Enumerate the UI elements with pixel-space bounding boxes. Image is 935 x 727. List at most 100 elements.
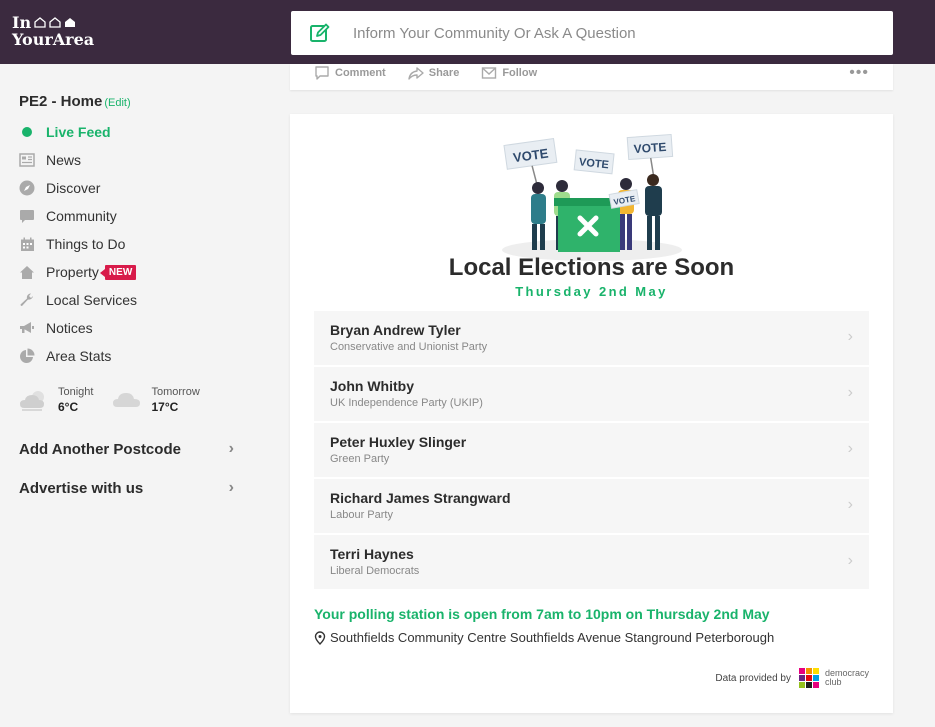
credit-org-line2: club	[824, 677, 842, 687]
candidate-name: Terri Haynes	[330, 546, 414, 562]
candidate-row[interactable]: John Whitby UK Independence Party (UKIP)…	[314, 367, 869, 421]
election-date: Thursday 2nd May	[515, 284, 668, 299]
weather-tomorrow: Tomorrow 17°C	[111, 385, 200, 414]
election-card: VOTE VOTE VOTE VOTE Local Elections are …	[290, 114, 893, 713]
sidebar-item-things-to-do[interactable]: Things to Do	[18, 230, 137, 258]
sidebar-item-community[interactable]: Community	[18, 202, 137, 230]
house-filled-icon	[65, 18, 76, 27]
weather-tonight-label: Tonight	[58, 386, 94, 398]
polling-address: Southfields Community Centre Southfields…	[314, 630, 774, 645]
candidate-row[interactable]: Terri Haynes Liberal Democrats ›	[314, 535, 869, 589]
weather-tonight: Tonight 6°C	[18, 385, 93, 414]
house-outline-icon	[34, 17, 46, 28]
share-label: Share	[428, 67, 460, 79]
polling-address-text: Southfields Community Centre Southfields…	[330, 630, 775, 645]
cloudy-night-icon	[20, 390, 44, 411]
sidebar-item-notices[interactable]: Notices	[18, 314, 137, 342]
follow-button[interactable]: Follow	[481, 65, 537, 81]
inyourarea-logo[interactable]: In YourArea	[12, 14, 94, 48]
sidebar-item-local-services[interactable]: Local Services	[18, 286, 137, 314]
new-badge: NEW	[99, 264, 137, 280]
post-input-placeholder: Inform Your Community Or Ask A Question	[353, 24, 636, 42]
post-input[interactable]: Inform Your Community Or Ask A Question	[291, 11, 893, 55]
sidebar: PE2 - Home (Edit) Live Feed News Discover…	[0, 64, 250, 727]
edit-area-link[interactable]: (Edit)	[104, 97, 130, 109]
wrench-icon	[18, 291, 36, 309]
sidebar-item-discover[interactable]: Discover	[18, 174, 137, 202]
share-button[interactable]: Share	[408, 65, 460, 81]
candidate-party: Green Party	[330, 453, 390, 465]
weather-tomorrow-temp: 17°C	[151, 400, 179, 414]
vote-sign-text: VOTE	[633, 140, 667, 156]
cloud-icon	[113, 392, 141, 407]
polling-hours: Your polling station is open from 7am to…	[314, 606, 770, 622]
sidebar-item-area-stats[interactable]: Area Stats	[18, 342, 137, 370]
chat-bubble-icon	[18, 207, 36, 225]
chevron-right-icon: ›	[847, 552, 853, 569]
sidebar-item-label: News	[46, 152, 82, 168]
add-postcode-label: Add Another Postcode	[19, 440, 181, 458]
sidebar-item-property[interactable]: Property NEW	[18, 258, 137, 286]
candidate-name: John Whitby	[330, 378, 414, 394]
comment-button[interactable]: Comment	[314, 65, 386, 81]
edit-pencil-icon	[310, 23, 330, 42]
comment-label: Comment	[335, 67, 386, 79]
sidebar-item-label: Notices	[46, 320, 93, 336]
news-icon	[18, 151, 36, 169]
share-icon	[408, 67, 424, 80]
house-icon	[18, 263, 36, 281]
megaphone-icon	[18, 319, 36, 337]
live-dot-icon	[18, 123, 36, 141]
sidebar-item-label: Community	[46, 208, 117, 224]
candidate-row[interactable]: Richard James Strangward Labour Party ›	[314, 479, 869, 533]
area-title: PE2 - Home (Edit)	[19, 93, 131, 110]
weather-widget: Tonight 6°C Tomorrow 17°C	[18, 385, 200, 414]
chevron-right-icon: ›	[228, 440, 234, 457]
logo-text-in: In	[12, 13, 32, 32]
candidate-name: Richard James Strangward	[330, 490, 511, 506]
top-bar: In YourArea Inform Your Community Or Ask…	[0, 0, 935, 64]
chevron-right-icon: ›	[847, 384, 853, 401]
weather-tomorrow-label: Tomorrow	[151, 386, 200, 398]
candidate-party: Liberal Democrats	[330, 565, 420, 577]
sidebar-nav: Live Feed News Discover Community Things…	[18, 118, 137, 370]
chevron-right-icon: ›	[847, 440, 853, 457]
democracy-club-logo-icon[interactable]	[797, 666, 821, 690]
post-actions-bar: Comment Share Follow •••	[290, 64, 893, 90]
compass-icon	[18, 179, 36, 197]
advertise-link[interactable]: Advertise with us ›	[19, 479, 234, 497]
post-actions: Comment Share Follow	[314, 65, 537, 81]
comment-icon	[315, 66, 329, 80]
data-credit: Data provided by democracy club	[715, 666, 869, 690]
house-outline-icon	[49, 17, 61, 28]
sidebar-item-label: Property	[46, 264, 99, 280]
candidate-party: Conservative and Unionist Party	[330, 341, 488, 353]
chevron-right-icon: ›	[228, 479, 234, 496]
sidebar-item-label: Local Services	[46, 292, 138, 308]
more-options-icon[interactable]: •••	[849, 64, 869, 82]
add-postcode-link[interactable]: Add Another Postcode ›	[19, 440, 234, 458]
sidebar-item-live-feed[interactable]: Live Feed	[18, 118, 137, 146]
chevron-right-icon: ›	[847, 328, 853, 345]
advertise-label: Advertise with us	[19, 479, 144, 497]
map-pin-icon	[314, 630, 326, 645]
sidebar-item-label: Things to Do	[46, 236, 126, 252]
candidate-list: Bryan Andrew Tyler Conservative and Unio…	[314, 311, 869, 591]
area-name: PE2 - Home	[19, 93, 103, 110]
sidebar-item-news[interactable]: News	[18, 146, 137, 174]
candidate-row[interactable]: Bryan Andrew Tyler Conservative and Unio…	[314, 311, 869, 365]
voting-illustration: VOTE VOTE VOTE VOTE	[502, 133, 682, 261]
sidebar-item-label: Discover	[46, 180, 101, 196]
calendar-icon	[18, 235, 36, 253]
weather-tonight-temp: 6°C	[58, 400, 79, 414]
logo-text-yourarea: YourArea	[12, 30, 95, 49]
candidate-name: Peter Huxley Slinger	[330, 434, 467, 450]
credit-label: Data provided by	[715, 672, 791, 684]
chevron-right-icon: ›	[847, 496, 853, 513]
candidate-name: Bryan Andrew Tyler	[330, 322, 461, 338]
sidebar-item-label: Live Feed	[46, 124, 111, 140]
sidebar-item-label: Area Stats	[46, 348, 112, 364]
follow-label: Follow	[502, 67, 538, 79]
pie-chart-icon	[18, 347, 36, 365]
candidate-row[interactable]: Peter Huxley Slinger Green Party ›	[314, 423, 869, 477]
